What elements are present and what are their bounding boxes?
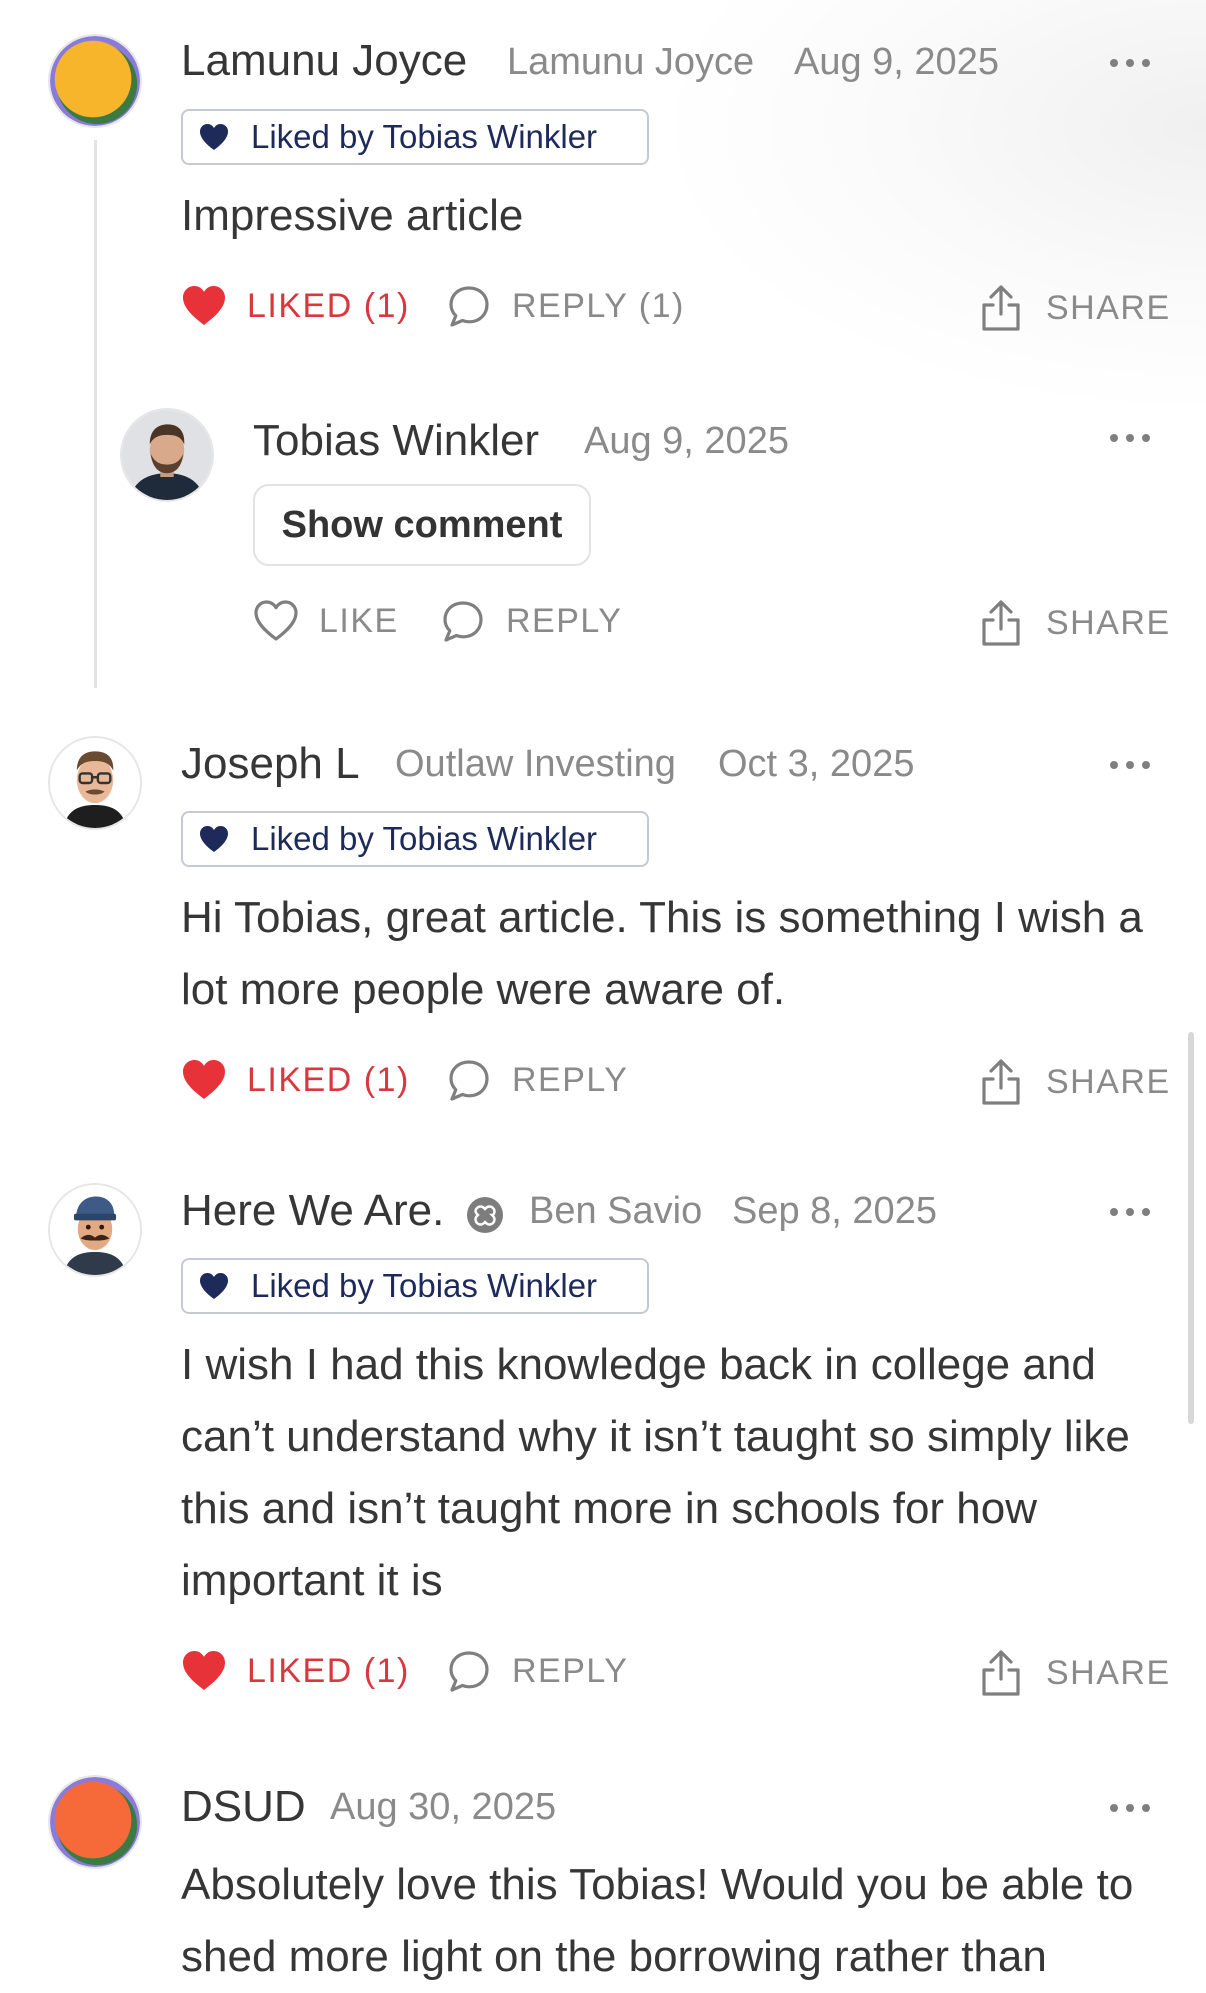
like-label: LIKE: [319, 601, 399, 640]
comment-date[interactable]: Aug 30, 2025: [330, 1786, 556, 1829]
reply-date[interactable]: Aug 9, 2025: [584, 420, 789, 463]
comment-body: Hi Tobias, great article. This is someth…: [181, 893, 1143, 1014]
liked-by-badge: Liked by Tobias Winkler: [181, 1258, 649, 1314]
avatar-here-we-are[interactable]: [48, 1183, 142, 1277]
avatar-joseph-l[interactable]: [48, 736, 142, 830]
share-button[interactable]: SHARE: [980, 1649, 1171, 1697]
scrollbar[interactable]: [1188, 1032, 1194, 1424]
share-label: SHARE: [1046, 288, 1171, 327]
thread-line: [94, 140, 97, 688]
share-icon: [982, 1650, 1020, 1696]
avatar-image: [50, 36, 140, 126]
more-dots-icon[interactable]: [1110, 1205, 1150, 1219]
liked-by-badge: Liked by Tobias Winkler: [181, 109, 649, 165]
reply-button[interactable]: REPLY: [446, 1649, 628, 1693]
more-dots-icon[interactable]: [1110, 1801, 1150, 1815]
heart-filled-icon: [183, 286, 225, 325]
share-icon: [982, 600, 1020, 646]
comment-author[interactable]: Joseph L: [181, 739, 360, 789]
liked-by-badge: Liked by Tobias Winkler: [181, 811, 649, 867]
heart-filled-icon: [200, 826, 228, 852]
liked-by-text: Liked by Tobias Winkler: [251, 118, 598, 155]
avatar-tobias-winkler[interactable]: [120, 408, 214, 502]
share-button[interactable]: SHARE: [980, 599, 1171, 647]
comment-date[interactable]: Aug 9, 2025: [794, 41, 999, 84]
reply-label: REPLY: [512, 1651, 629, 1690]
like-button[interactable]: LIKED (1): [181, 284, 410, 328]
more-dots-icon[interactable]: [1110, 758, 1150, 772]
share-button[interactable]: SHARE: [980, 1058, 1171, 1106]
speech-bubble-icon: [449, 1060, 489, 1101]
liked-by-text: Liked by Tobias Winkler: [251, 820, 598, 857]
more-dots-icon[interactable]: [1110, 431, 1150, 445]
comment-body: Absolutely love this Tobias! Would you b…: [181, 1860, 1134, 1981]
comment-publication[interactable]: Outlaw Investing: [395, 743, 676, 786]
heart-filled-icon: [183, 1651, 225, 1690]
avatar-image: [50, 1777, 140, 1867]
avatar-dsud[interactable]: [48, 1775, 142, 1869]
share-label: SHARE: [1046, 603, 1171, 642]
share-label: SHARE: [1046, 1653, 1171, 1692]
badge-icon: [467, 1197, 503, 1233]
comment-body: I wish I had this knowledge back in coll…: [181, 1340, 1130, 1605]
share-label: SHARE: [1046, 1062, 1171, 1101]
like-button[interactable]: LIKED (1): [181, 1058, 410, 1102]
reply-author[interactable]: Tobias Winkler: [253, 416, 539, 466]
comment-body: Impressive article: [181, 191, 524, 240]
speech-bubble-icon: [449, 1651, 489, 1692]
share-icon: [982, 285, 1020, 331]
reply-button[interactable]: REPLY: [440, 599, 622, 643]
reply-button[interactable]: REPLY: [446, 1058, 628, 1102]
liked-by-text: Liked by Tobias Winkler: [251, 1267, 598, 1304]
like-button[interactable]: LIKE: [253, 599, 399, 643]
avatar-lamunu-joyce[interactable]: [48, 34, 142, 128]
like-label: LIKED (1): [247, 1060, 410, 1099]
reply-label: REPLY: [506, 601, 623, 640]
comment-author[interactable]: Here We Are.: [181, 1186, 444, 1236]
reply-label: REPLY (1): [512, 286, 685, 325]
heart-outline-icon: [254, 600, 298, 641]
heart-filled-icon: [183, 1060, 225, 1099]
like-button[interactable]: LIKED (1): [181, 1649, 410, 1693]
like-label: LIKED (1): [247, 1651, 410, 1690]
share-button[interactable]: SHARE: [980, 284, 1171, 332]
share-icon: [982, 1059, 1020, 1105]
comment-date[interactable]: Oct 3, 2025: [718, 743, 914, 786]
comment-author[interactable]: DSUD: [181, 1782, 306, 1832]
speech-bubble-icon: [449, 286, 489, 327]
reply-button[interactable]: REPLY (1): [446, 284, 685, 328]
comment-publication[interactable]: Lamunu Joyce: [507, 41, 754, 84]
heart-filled-icon: [200, 124, 228, 150]
like-label: LIKED (1): [247, 286, 410, 325]
comment-publication[interactable]: Ben Savio: [529, 1190, 702, 1233]
avatar-image: [122, 410, 212, 500]
comment-date[interactable]: Sep 8, 2025: [732, 1190, 937, 1233]
comment-author[interactable]: Lamunu Joyce: [181, 36, 467, 86]
avatar-image: [50, 1185, 140, 1275]
show-comment-button[interactable]: Show comment: [253, 484, 591, 566]
speech-bubble-icon: [443, 601, 483, 642]
more-dots-icon[interactable]: [1110, 56, 1150, 70]
avatar-image: [50, 738, 140, 828]
reply-label: REPLY: [512, 1060, 629, 1099]
heart-filled-icon: [200, 1273, 228, 1299]
